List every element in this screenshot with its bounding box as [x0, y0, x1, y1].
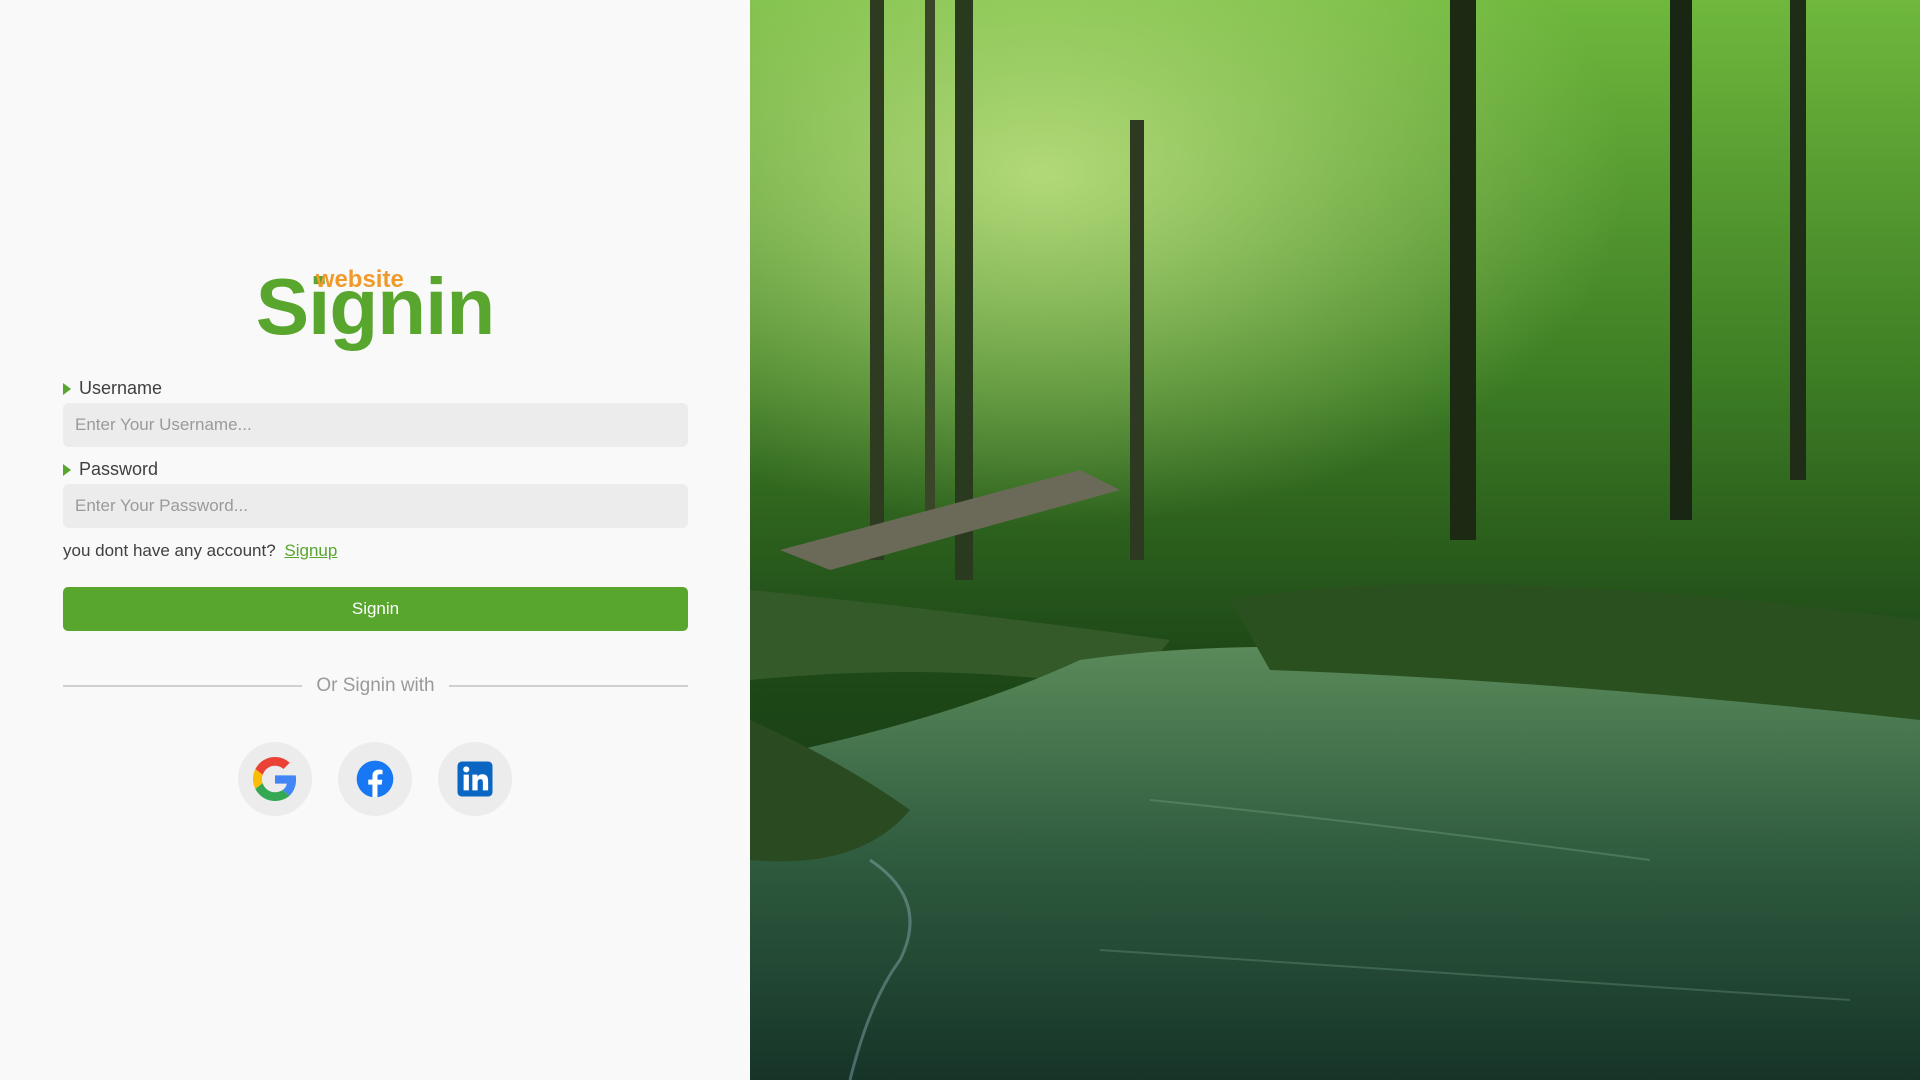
signin-button[interactable]: Signin: [63, 587, 688, 631]
or-signin-divider: Or Signin with: [63, 674, 688, 698]
username-label: Username: [63, 378, 162, 399]
brand-wrap: Signin website: [256, 262, 495, 352]
google-signin-button[interactable]: [238, 742, 312, 816]
brand-subtitle: website: [315, 266, 404, 293]
signup-prompt: you dont have any account? Signup: [63, 541, 337, 561]
signin-page: Signin website Username Password you don…: [0, 0, 1920, 1080]
password-label-text: Password: [79, 459, 159, 479]
signup-prompt-text: you dont have any account?: [63, 541, 276, 560]
divider-text: Or Signin with: [316, 675, 435, 696]
signin-panel: Signin website Username Password you don…: [0, 0, 750, 1080]
password-input[interactable]: [63, 484, 688, 528]
caret-right-icon: [63, 463, 71, 476]
divider-line-left: [63, 685, 303, 687]
username-input[interactable]: [63, 403, 688, 447]
social-login-group: [0, 742, 750, 816]
linkedin-signin-button[interactable]: [438, 742, 512, 816]
caret-right-icon: [63, 382, 71, 395]
brand-logo: Signin website: [0, 262, 750, 352]
facebook-signin-button[interactable]: [338, 742, 412, 816]
linkedin-icon: [457, 761, 493, 797]
forest-stream-image: [750, 0, 1920, 1080]
username-label-text: Username: [79, 378, 163, 398]
password-label: Password: [63, 459, 158, 480]
divider-line-right: [448, 685, 688, 687]
signup-link[interactable]: Signup: [284, 541, 337, 560]
google-icon: [253, 757, 297, 801]
forest-stream-photo: [750, 0, 1920, 1080]
facebook-icon: [356, 760, 394, 798]
